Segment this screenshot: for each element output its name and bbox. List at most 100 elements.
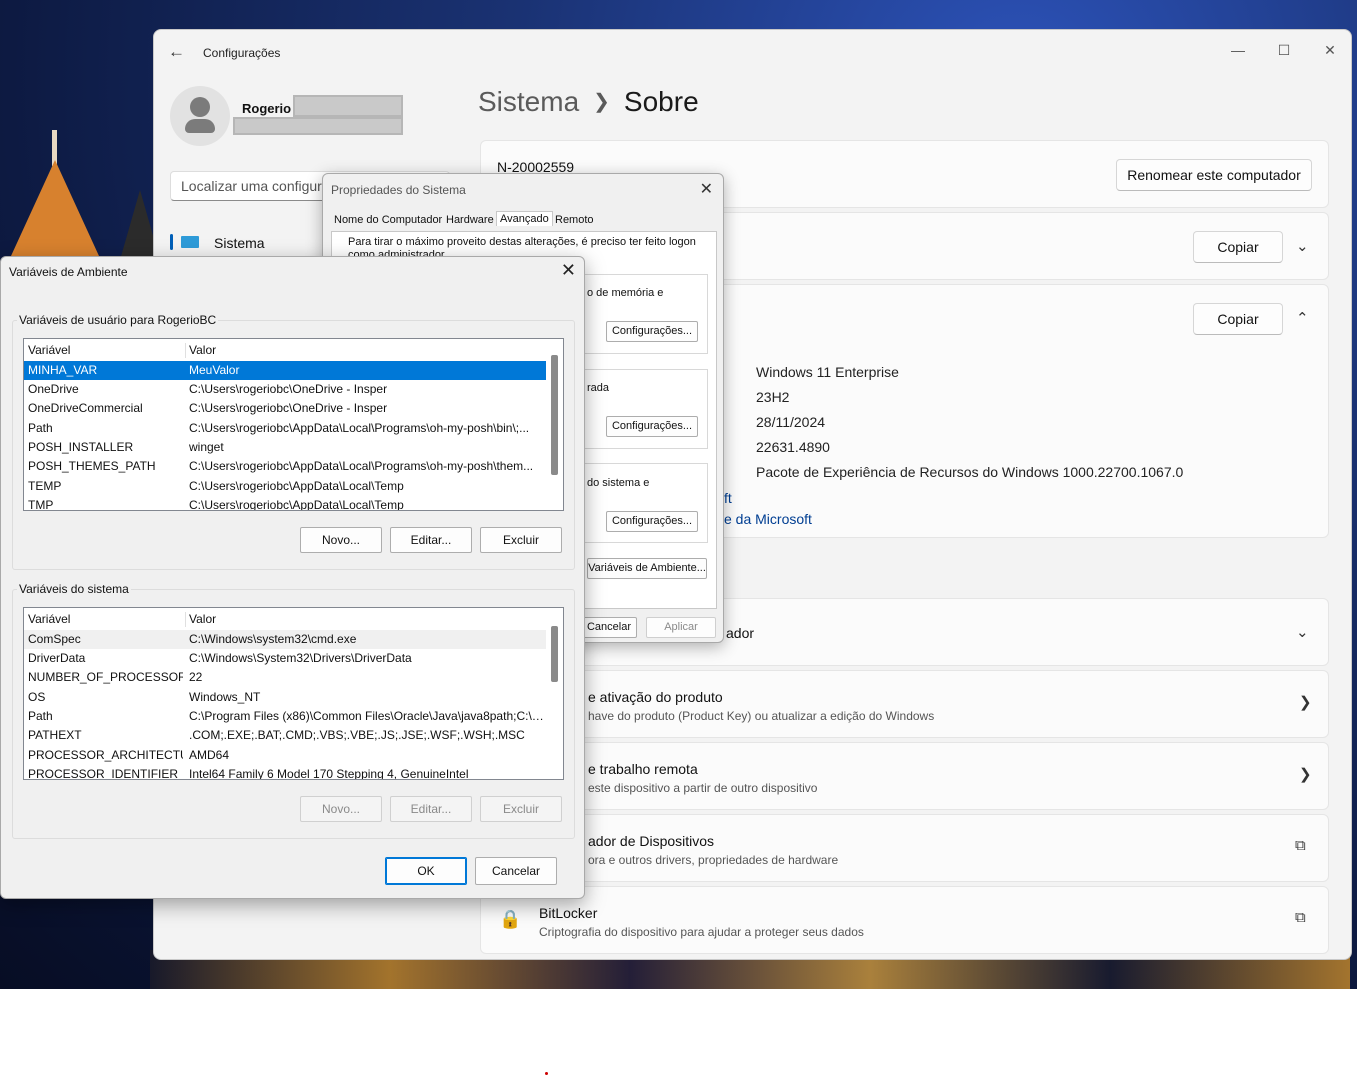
user-profile[interactable]: Rogerio	[170, 86, 470, 146]
apply-button[interactable]: Aplicar	[646, 617, 716, 638]
ok-button[interactable]: OK	[385, 857, 467, 885]
table-row[interactable]: PATHEXT .COM;.EXE;.BAT;.CMD;.VBS;.VBE;.JS…	[24, 726, 548, 745]
cell-name: PROCESSOR_ARCHITECTURE	[28, 748, 183, 762]
table-row[interactable]: DriverData C:\Windows\System32\Drivers\Dr…	[24, 649, 548, 668]
cell-value: C:\Users\rogeriobc\OneDrive - Insper	[189, 401, 388, 415]
system-edit-button[interactable]: Editar...	[390, 796, 472, 822]
cell-name: POSH_INSTALLER	[28, 440, 134, 454]
related-row-bitlocker[interactable]: 🔒 BitLocker Criptografia do dispositivo …	[480, 886, 1329, 954]
table-row[interactable]: OneDrive C:\Users\rogeriobc\OneDrive - In…	[24, 380, 548, 399]
breadcrumb-parent[interactable]: Sistema	[478, 86, 579, 117]
column-header-variable[interactable]: Variável	[28, 610, 70, 629]
table-row[interactable]: OneDriveCommercial C:\Users\rogeriobc\One…	[24, 399, 548, 418]
cancel-button[interactable]: Cancelar	[475, 857, 557, 885]
startup-settings-button[interactable]: Configurações...	[606, 511, 698, 532]
table-row[interactable]: PROCESSOR_IDENTIFIER Intel64 Family 6 Mod…	[24, 765, 548, 780]
table-row[interactable]: PROCESSOR_ARCHITECTURE AMD64	[24, 746, 548, 765]
cell-name: Path	[28, 709, 53, 723]
row-subtitle: este dispositivo a partir de outro dispo…	[588, 781, 818, 795]
related-row-remote-desktop[interactable]: e trabalho remota este dispositivo a par…	[480, 742, 1329, 810]
system-variables-list[interactable]: Variável Valor ComSpec C:\Windows\system3…	[23, 607, 564, 780]
copy-button[interactable]: Copiar	[1193, 303, 1283, 335]
related-row-activation[interactable]: e ativação do produto have do produto (P…	[480, 670, 1329, 738]
back-arrow-icon[interactable]: ←	[168, 42, 185, 62]
table-row[interactable]: ComSpec C:\Windows\system32\cmd.exe	[24, 630, 548, 649]
cell-value: C:\Users\rogeriobc\OneDrive - Insper	[189, 382, 388, 396]
dialog-title: Variáveis de Ambiente	[9, 265, 128, 279]
cell-name: OneDrive	[28, 382, 79, 396]
row-title: BitLocker	[539, 905, 598, 921]
tab-remote[interactable]: Remoto	[555, 214, 594, 226]
table-row[interactable]: MINHA_VAR MeuValor	[24, 361, 548, 380]
user-new-button[interactable]: Novo...	[300, 527, 382, 553]
performance-settings-button[interactable]: Configurações...	[606, 321, 698, 342]
rename-button[interactable]: Renomear este computador	[1116, 159, 1312, 191]
table-row[interactable]: POSH_THEMES_PATH C:\Users\rogeriobc\AppDa…	[24, 457, 548, 476]
environment-variables-button[interactable]: Variáveis de Ambiente...	[587, 558, 707, 579]
column-header-variable[interactable]: Variável	[28, 341, 70, 360]
table-row[interactable]: OS Windows_NT	[24, 688, 548, 707]
page-title: Sistema ❯ Sobre	[478, 86, 699, 118]
close-icon[interactable]: ✕	[700, 179, 713, 199]
scroll-thumb[interactable]	[551, 626, 558, 682]
row-subtitle: ora e outros drivers, propriedades de ha…	[588, 853, 839, 867]
table-row[interactable]: POSH_INSTALLER winget	[24, 438, 548, 457]
column-header-value[interactable]: Valor	[189, 341, 216, 360]
scrollbar[interactable]	[546, 608, 563, 779]
table-row[interactable]: NUMBER_OF_PROCESSORS 22	[24, 668, 548, 687]
row-title: e trabalho remota	[588, 761, 698, 777]
user-name: Rogerio	[242, 101, 292, 116]
table-row[interactable]: Path C:\Program Files (x86)\Common Files\…	[24, 707, 548, 726]
list-header: Variável Valor	[24, 341, 548, 360]
table-row[interactable]: Path C:\Users\rogeriobc\AppData\Local\Pro…	[24, 419, 548, 438]
chevron-down-icon[interactable]: ⌄	[1296, 237, 1309, 255]
external-link-icon: ⧉	[1295, 837, 1306, 854]
row-subtitle: have do produto (Product Key) ou atualiz…	[588, 709, 935, 723]
system-new-button[interactable]: Novo...	[300, 796, 382, 822]
user-variables-list[interactable]: Variável Valor MINHA_VAR MeuValor OneDriv…	[23, 338, 564, 511]
chevron-up-icon[interactable]: ⌃	[1296, 309, 1309, 327]
table-row[interactable]: TMP C:\Users\rogeriobc\AppData\Local\Temp	[24, 496, 548, 511]
row-title: ador	[726, 625, 755, 641]
tab-hardware[interactable]: Hardware	[446, 214, 494, 226]
user-delete-button[interactable]: Excluir	[480, 527, 562, 553]
scroll-thumb[interactable]	[551, 355, 558, 475]
selection-indicator	[170, 234, 173, 250]
group-label: do sistema e	[587, 477, 650, 489]
monitor-icon	[181, 236, 199, 248]
cancel-button[interactable]: Cancelar	[581, 617, 637, 638]
column-header-value[interactable]: Valor	[189, 610, 216, 629]
user-edit-button[interactable]: Editar...	[390, 527, 472, 553]
microsoft-link[interactable]: ft	[724, 490, 732, 506]
row-title: ador de Dispositivos	[588, 833, 715, 849]
cell-value: C:\Users\rogeriobc\AppData\Local\Program…	[189, 421, 530, 435]
maximize-icon[interactable]: ☐	[1261, 36, 1307, 64]
cell-name: OS	[28, 690, 46, 704]
cell-value: C:\Windows\system32\cmd.exe	[189, 632, 357, 646]
system-delete-button[interactable]: Excluir	[480, 796, 562, 822]
minimize-icon[interactable]: —	[1215, 36, 1261, 64]
tab-computer-name[interactable]: Nome do Computador	[334, 214, 442, 226]
chevron-down-icon[interactable]: ⌄	[1296, 623, 1309, 641]
chevron-right-icon: ❯	[1299, 694, 1312, 711]
cell-name: PATHEXT	[28, 728, 82, 742]
title-bar: ← Configurações — ☐ ✕	[154, 30, 1351, 76]
scrollbar[interactable]	[546, 339, 563, 510]
cell-name: TMP	[28, 498, 54, 511]
profiles-settings-button[interactable]: Configurações...	[606, 416, 698, 437]
close-icon[interactable]: ✕	[561, 260, 576, 281]
cell-value: C:\Users\rogeriobc\AppData\Local\Temp	[189, 479, 404, 493]
close-icon[interactable]: ✕	[1307, 36, 1351, 64]
microsoft-license-link[interactable]: e da Microsoft	[724, 511, 812, 527]
user-variables-label: Variáveis de usuário para RogerioBC	[17, 313, 219, 327]
cell-value: Intel64 Family 6 Model 170 Stepping 4, G…	[189, 767, 469, 780]
group-label: rada	[587, 382, 610, 394]
cell-name: MINHA_VAR	[28, 363, 98, 377]
copy-button[interactable]: Copiar	[1193, 231, 1283, 263]
cell-value: .COM;.EXE;.BAT;.CMD;.VBS;.VBE;.JS;.JSE;.…	[189, 728, 525, 742]
related-row-device-manager[interactable]: ador de Dispositivos ora e outros driver…	[480, 814, 1329, 882]
cell-value: C:\Users\rogeriobc\AppData\Local\Program…	[189, 459, 534, 473]
cell-value: AMD64	[189, 748, 230, 762]
table-row[interactable]: TEMP C:\Users\rogeriobc\AppData\Local\Tem…	[24, 477, 548, 496]
tab-advanced[interactable]: Avançado	[496, 211, 553, 226]
